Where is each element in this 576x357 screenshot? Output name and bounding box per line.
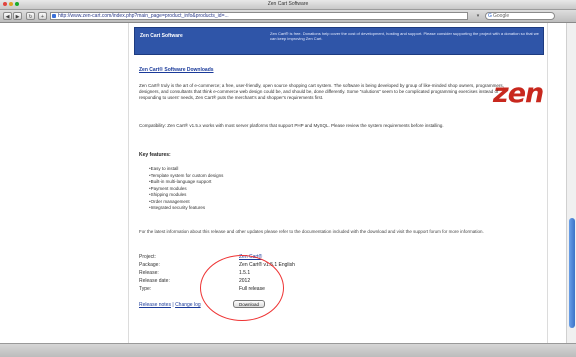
page-container: Zen Cart Software Zen Cart® is free. Don… — [128, 23, 548, 343]
table-row: Package: Zen Cart® v1.5.1 English — [139, 262, 439, 270]
search-engine-icon: G — [488, 13, 492, 19]
annotation-circle — [200, 255, 284, 321]
history-dropdown-icon[interactable]: ▾ — [474, 12, 482, 20]
site-favicon-icon — [52, 14, 56, 18]
add-bookmark-button[interactable]: + — [38, 12, 47, 20]
banner-copy: Zen Cart® is free. Donations help cover … — [270, 31, 539, 41]
features-list: Easy to install Template system for cust… — [149, 166, 224, 212]
browser-toolbar: ◀ ▶ ↻ + http://www.zen-cart.com/index.ph… — [0, 10, 576, 23]
table-row: Release: 1.5.1 — [139, 270, 439, 278]
list-item: Integrated security features — [149, 205, 223, 212]
forward-button[interactable]: ▶ — [13, 12, 22, 20]
info-label: Project: — [139, 254, 156, 260]
scrollbar-thumb[interactable] — [569, 218, 575, 328]
search-input[interactable]: G Google — [485, 12, 555, 20]
vertical-scrollbar[interactable] — [566, 23, 576, 343]
release-notes-link[interactable]: Release notes — [139, 302, 171, 308]
info-label: Release date: — [139, 278, 170, 284]
features-heading: Key features: — [139, 152, 171, 158]
browser-window: Zen Cart Software ◀ ▶ ↻ + http://www.zen… — [0, 0, 576, 357]
banner-title: Zen Cart Software — [140, 33, 183, 39]
donation-banner: Zen Cart Software Zen Cart® is free. Don… — [134, 27, 544, 55]
change-log-link[interactable]: Change log — [175, 302, 201, 308]
release-note: For the latest information about this re… — [139, 229, 484, 234]
table-row: Release date: 2012 — [139, 278, 439, 286]
intro-paragraph: Zen Cart® truly is the art of e-commerce… — [139, 83, 504, 100]
window-title: Zen Cart Software — [267, 1, 309, 7]
info-label: Release: — [139, 270, 159, 276]
status-bar — [0, 343, 576, 357]
info-label: Type: — [139, 286, 152, 292]
page-heading-link[interactable]: Zen Cart® Software Downloads — [139, 67, 214, 73]
search-placeholder: Google — [493, 13, 510, 19]
address-bar[interactable]: http://www.zen-cart.com/index.php?main_p… — [50, 12, 468, 20]
info-label: Package: — [139, 262, 160, 268]
table-row: Type: Full release — [139, 286, 439, 294]
back-button[interactable]: ◀ — [3, 12, 12, 20]
table-row: Project: Zen Cart® — [139, 254, 439, 262]
reload-button[interactable]: ↻ — [26, 12, 35, 20]
title-bar: Zen Cart Software — [0, 0, 576, 10]
compatibility-paragraph: Compatibility: Zen Cart® v1.5.x works wi… — [139, 123, 444, 128]
web-content: Zen Cart Software Zen Cart® is free. Don… — [0, 23, 566, 343]
address-url: http://www.zen-cart.com/index.php?main_p… — [58, 13, 229, 19]
link-separator: | — [172, 302, 174, 308]
bottom-links: Release notes | Change log — [139, 302, 201, 308]
